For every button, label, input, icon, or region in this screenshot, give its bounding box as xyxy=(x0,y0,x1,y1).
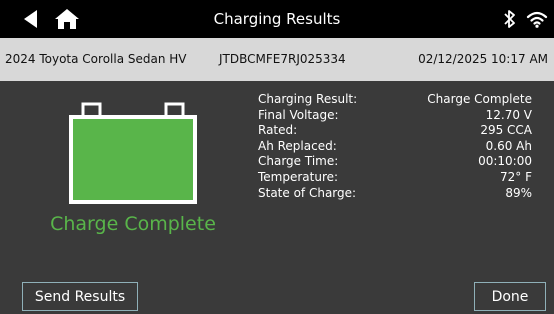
result-value: 00:10:00 xyxy=(478,154,532,169)
page-title: Charging Results xyxy=(213,10,341,28)
result-row-ah-replaced: Ah Replaced: 0.60 Ah xyxy=(258,139,532,155)
result-label: State of Charge: xyxy=(258,185,357,200)
top-bar: Charging Results xyxy=(0,0,554,38)
result-row-charging-result: Charging Result: Charge Complete xyxy=(258,92,532,108)
wifi-icon xyxy=(526,11,548,28)
charge-status-text: Charge Complete xyxy=(50,213,216,235)
result-value: Charge Complete xyxy=(427,92,532,106)
done-button[interactable]: Done xyxy=(474,282,546,311)
result-row-temperature: Temperature: 72° F xyxy=(258,170,532,186)
result-value: 0.60 Ah xyxy=(485,138,532,153)
battery-icon xyxy=(68,101,198,205)
result-label: Rated: xyxy=(258,123,298,138)
vin-number: JTDBCMFE7RJ025334 xyxy=(219,52,346,66)
result-label: Ah Replaced: xyxy=(258,138,337,153)
result-label: Final Voltage: xyxy=(258,107,339,122)
back-icon[interactable] xyxy=(22,9,40,29)
result-row-rated: Rated: 295 CCA xyxy=(258,123,532,139)
result-value: 89% xyxy=(505,185,532,200)
vehicle-name: 2024 Toyota Corolla Sedan HV xyxy=(5,52,187,66)
result-value: 295 CCA xyxy=(480,123,532,138)
result-row-state-of-charge: State of Charge: 89% xyxy=(258,186,532,202)
date-time: 02/12/2025 10:17 AM xyxy=(418,52,548,66)
vehicle-info-bar: 2024 Toyota Corolla Sedan HV JTDBCMFE7RJ… xyxy=(0,38,554,81)
home-icon[interactable] xyxy=(54,8,80,30)
result-row-charge-time: Charge Time: 00:10:00 xyxy=(258,154,532,170)
result-row-final-voltage: Final Voltage: 12.70 V xyxy=(258,108,532,124)
result-label: Temperature: xyxy=(258,169,339,184)
result-value: 72° F xyxy=(500,169,532,184)
results-list: Charging Result: Charge Complete Final V… xyxy=(258,92,532,201)
result-value: 12.70 V xyxy=(485,107,532,122)
send-results-button[interactable]: Send Results xyxy=(22,282,138,311)
bluetooth-icon xyxy=(503,9,517,29)
result-label: Charge Time: xyxy=(258,154,339,169)
result-label: Charging Result: xyxy=(258,92,358,106)
